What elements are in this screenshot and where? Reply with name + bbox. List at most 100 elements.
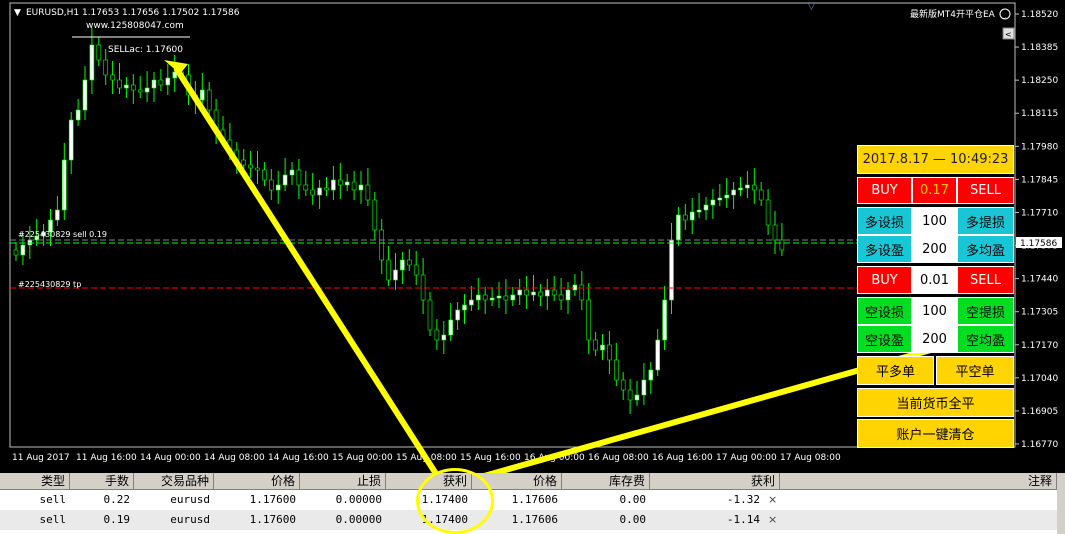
table-row[interactable]: sell 0.22 eurusd 1.17600 0.00000 1.17400… bbox=[0, 490, 1057, 510]
close-long-button[interactable]: 平多单 bbox=[857, 356, 934, 385]
website-text: www.125808047.com bbox=[86, 21, 184, 31]
short-sl-input[interactable]: 100 bbox=[912, 297, 957, 325]
table-row[interactable]: sell 0.19 eurusd 1.17600 0.00000 1.17400… bbox=[0, 510, 1057, 530]
candle-body bbox=[248, 164, 253, 169]
close-order-icon[interactable]: × bbox=[768, 510, 782, 530]
candle-body bbox=[137, 89, 143, 93]
candle-body bbox=[586, 299, 592, 341]
price-tick-label: 1.18520 bbox=[1021, 10, 1058, 20]
short-tp-input[interactable]: 200 bbox=[912, 325, 957, 353]
close-order-icon[interactable]: × bbox=[768, 490, 782, 510]
col-price[interactable]: 价格 bbox=[214, 473, 300, 489]
long-tp-input[interactable]: 200 bbox=[912, 235, 957, 263]
time-tick-label: 17 Aug 08:00 bbox=[780, 453, 841, 463]
candle-body bbox=[365, 184, 371, 201]
candle-body bbox=[469, 299, 474, 306]
time-tick-label: 16 Aug 16:00 bbox=[652, 453, 713, 463]
time-tick-label: 14 Aug 16:00 bbox=[268, 453, 329, 463]
candle-body bbox=[296, 169, 302, 186]
col-symbol[interactable]: 交易品种 bbox=[134, 473, 214, 489]
candle-body bbox=[268, 179, 274, 191]
cell-swap: 0.00 bbox=[619, 513, 647, 526]
candle-body bbox=[262, 169, 267, 181]
candle-body bbox=[593, 339, 598, 351]
candle-body bbox=[117, 79, 122, 89]
candles-group bbox=[13, 28, 785, 414]
buy-button[interactable]: BUY bbox=[857, 177, 912, 204]
cell-price: 1.17600 bbox=[249, 493, 296, 506]
candle-body bbox=[745, 184, 750, 189]
price-tick-label: 1.18385 bbox=[1021, 43, 1058, 53]
col-swap[interactable]: 库存费 bbox=[562, 473, 650, 489]
price-tick-label: 1.17440 bbox=[1021, 275, 1058, 285]
chart-header: EURUSD,H1 1.17653 1.17656 1.17502 1.1758… bbox=[26, 8, 240, 18]
close-account-button[interactable]: 账户一键清仓 bbox=[857, 419, 1014, 448]
price-tick-label: 1.17040 bbox=[1021, 374, 1058, 384]
candle-body bbox=[538, 291, 543, 297]
candle-body bbox=[620, 379, 626, 391]
long-avg-button[interactable]: 多均盈 bbox=[957, 235, 1014, 263]
short-sl-button[interactable]: 空设损 bbox=[857, 297, 912, 325]
close-symbol-button[interactable]: 当前货币全平 bbox=[857, 388, 1014, 417]
candle-body bbox=[496, 295, 502, 299]
candle-body bbox=[648, 369, 654, 381]
time-tick-label: 14 Aug 00:00 bbox=[140, 453, 201, 463]
cell-lots: 0.22 bbox=[103, 493, 131, 506]
candle-body bbox=[317, 187, 322, 196]
sell-button-2[interactable]: SELL bbox=[957, 266, 1014, 294]
ea-name: 最新版MT4开平仓EA bbox=[910, 8, 996, 20]
candle-body bbox=[731, 189, 736, 196]
long-sl-input[interactable]: 100 bbox=[912, 207, 957, 235]
sell-order-label: SELLac: 1.17600 bbox=[108, 45, 183, 55]
time-tick-label: 14 Aug 08:00 bbox=[204, 453, 265, 463]
cell-sl: 0.00000 bbox=[335, 513, 382, 526]
col-sl[interactable]: 止损 bbox=[300, 473, 386, 489]
candle-body bbox=[89, 44, 95, 81]
col-comment[interactable]: 注释 bbox=[780, 473, 1057, 489]
candle-body bbox=[613, 359, 619, 381]
chevron-left-icon: < bbox=[1005, 30, 1012, 39]
long-sl-button[interactable]: 多设损 bbox=[857, 207, 912, 235]
candle-body bbox=[448, 319, 454, 336]
long-trail-button[interactable]: 多提损 bbox=[957, 207, 1014, 235]
price-chart[interactable]: ▼ EURUSD,H1 1.17653 1.17656 1.17502 1.17… bbox=[0, 0, 1065, 473]
col-profit[interactable]: 获利 bbox=[650, 473, 780, 489]
price-tick-label: 1.16905 bbox=[1021, 407, 1058, 417]
sell-button[interactable]: SELL bbox=[957, 177, 1014, 204]
chart-header-arrow-icon[interactable]: ▼ bbox=[14, 8, 21, 18]
buy-button-2[interactable]: BUY bbox=[857, 266, 912, 294]
candle-body bbox=[482, 294, 488, 301]
cell-swap: 0.00 bbox=[619, 493, 647, 506]
candle-body bbox=[441, 334, 447, 341]
price-tick-label: 1.16770 bbox=[1021, 440, 1058, 450]
lot-input-1[interactable]: 0.17 bbox=[912, 177, 957, 204]
candle-body bbox=[517, 289, 523, 296]
candle-body bbox=[400, 259, 405, 271]
candle-body bbox=[765, 199, 771, 226]
long-tp-button[interactable]: 多设盈 bbox=[857, 235, 912, 263]
time-tick-label: 15 Aug 00:00 bbox=[332, 453, 393, 463]
short-avg-button[interactable]: 空均盈 bbox=[957, 325, 1014, 353]
terminal-panel: 类型 手数 交易品种 价格 止损 获利 价格 库存费 获利 注释 sell 0.… bbox=[0, 468, 1065, 534]
candle-body bbox=[641, 379, 647, 396]
candle-body bbox=[689, 211, 695, 221]
chart-shift-icon[interactable]: ▽ bbox=[808, 2, 815, 12]
candle-body bbox=[55, 209, 60, 221]
candle-body bbox=[455, 309, 460, 321]
candle-body bbox=[696, 209, 702, 213]
col-lots[interactable]: 手数 bbox=[70, 473, 134, 489]
candle-body bbox=[489, 297, 495, 301]
lot-input-2[interactable]: 0.01 bbox=[912, 266, 957, 294]
close-short-button[interactable]: 平空单 bbox=[936, 356, 1014, 385]
short-trail-button[interactable]: 空提损 bbox=[957, 297, 1014, 325]
cell-symbol: eurusd bbox=[170, 513, 210, 526]
terminal-scrollbar[interactable] bbox=[1057, 473, 1065, 534]
candle-body bbox=[565, 289, 571, 301]
candle-body bbox=[68, 119, 74, 161]
candle-body bbox=[144, 87, 150, 93]
short-tp-button[interactable]: 空设盈 bbox=[857, 325, 912, 353]
cell-lots: 0.19 bbox=[103, 513, 131, 526]
candle-body bbox=[241, 159, 246, 166]
candle-body bbox=[103, 59, 108, 76]
col-type[interactable]: 类型 bbox=[0, 473, 70, 489]
